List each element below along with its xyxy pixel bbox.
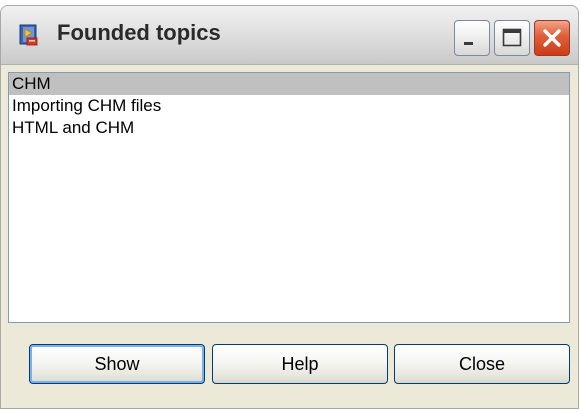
- topic-item-html-and-chm[interactable]: HTML and CHM: [9, 117, 569, 139]
- topics-list[interactable]: CHM Importing CHM files HTML and CHM: [8, 72, 570, 323]
- close-icon: [543, 29, 561, 47]
- show-button[interactable]: Show: [29, 344, 205, 384]
- minimize-button[interactable]: [454, 20, 490, 56]
- help-book-icon: [17, 23, 41, 47]
- founded-topics-dialog: Founded topics CHM Importing CHM files H…: [0, 5, 579, 409]
- maximize-icon: [502, 28, 522, 47]
- window-title: Founded topics: [57, 20, 221, 45]
- help-button[interactable]: Help: [212, 344, 388, 384]
- maximize-button[interactable]: [494, 20, 530, 56]
- topic-item-chm[interactable]: CHM: [9, 73, 569, 95]
- minimize-icon: [464, 42, 473, 45]
- topic-item-importing-chm-files[interactable]: Importing CHM files: [9, 95, 569, 117]
- close-button[interactable]: Close: [394, 344, 570, 384]
- close-window-button[interactable]: [534, 20, 570, 56]
- title-bar[interactable]: Founded topics: [1, 6, 578, 65]
